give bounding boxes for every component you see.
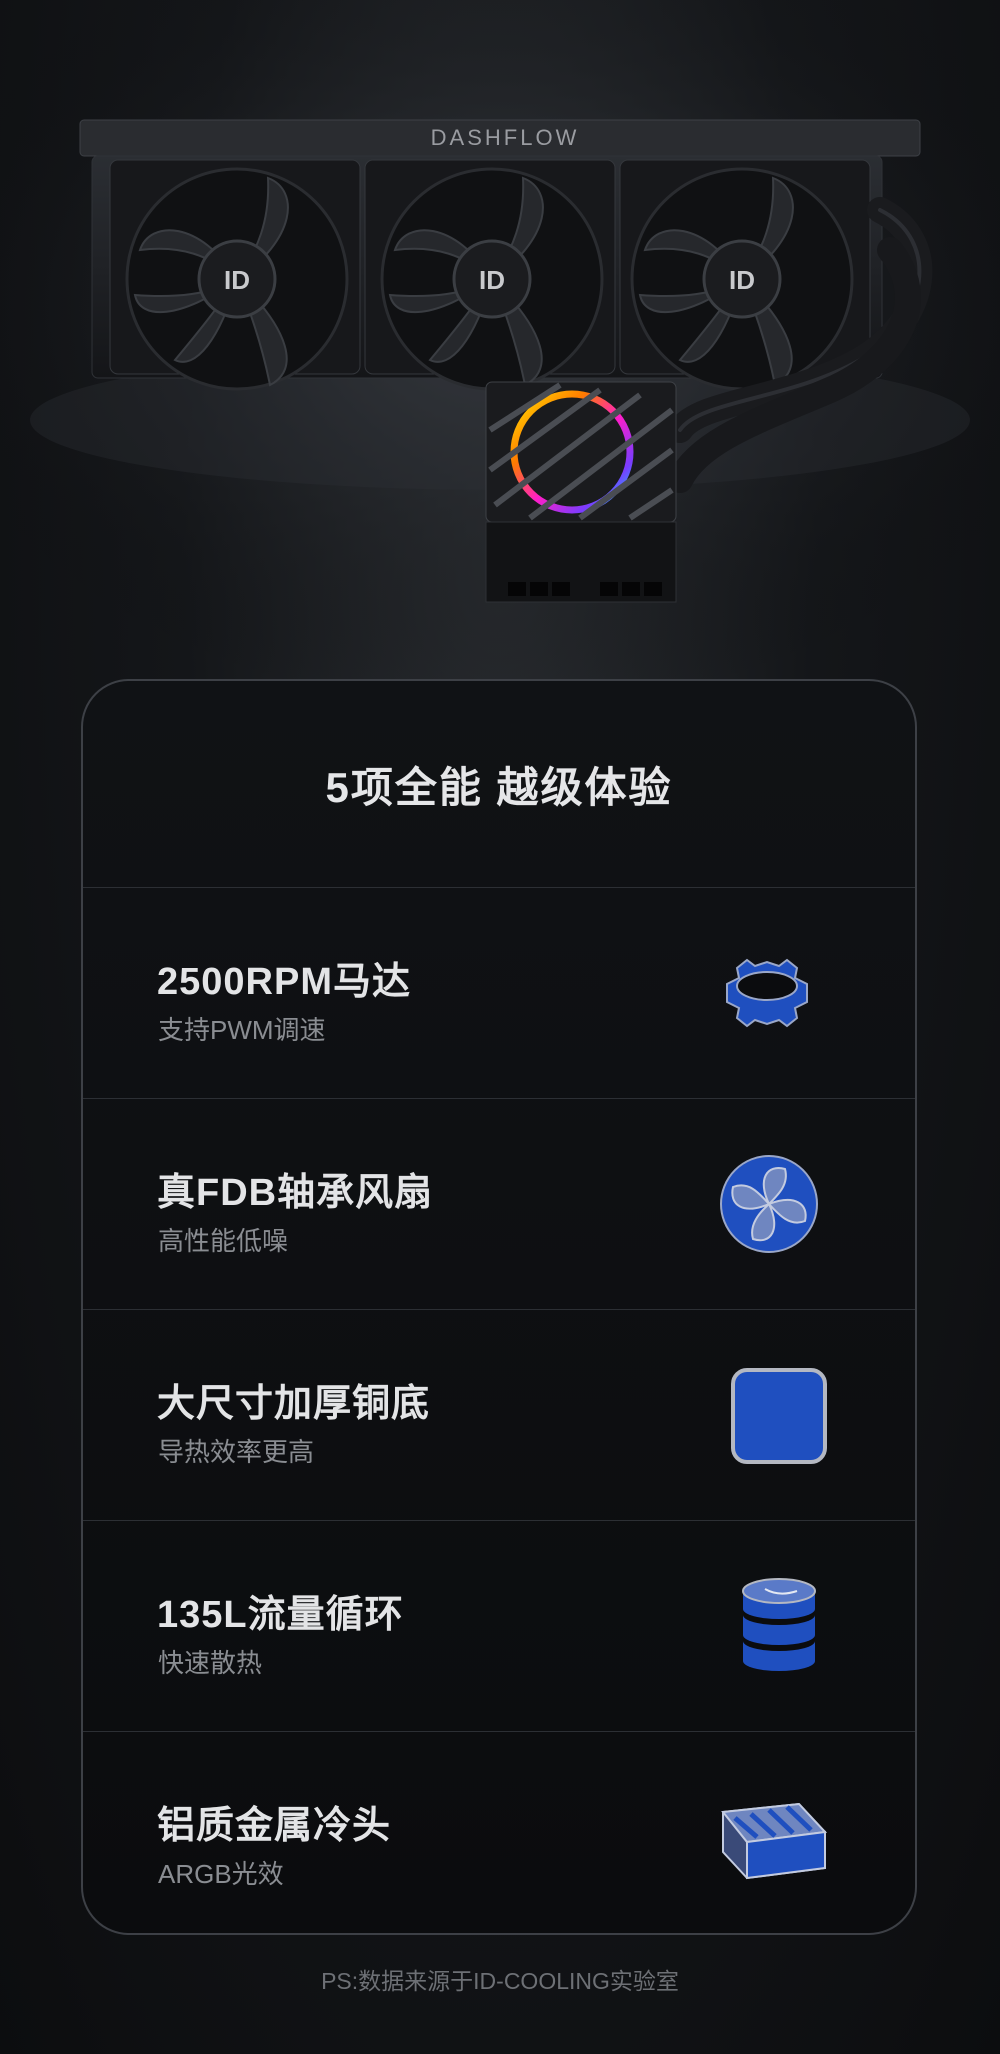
feature-title: 2500RPM马达: [157, 961, 411, 1003]
fan-icon: [720, 1155, 818, 1253]
svg-text:ID: ID: [224, 265, 250, 295]
feature-subtitle: 支持PWM调速: [158, 1015, 326, 1045]
product-hero-image: DASHFLOW ID ID ID: [0, 0, 1000, 680]
feature-subtitle: 高性能低噪: [158, 1226, 289, 1256]
feature-title: 真FDB轴承风扇: [157, 1172, 434, 1214]
fan-middle: ID: [364, 159, 616, 391]
svg-text:ID: ID: [479, 265, 505, 295]
feature-title: 铝质金属冷头: [157, 1805, 392, 1847]
feature-title: 大尺寸加厚铜底: [157, 1383, 431, 1425]
feature-subtitle: 导热效率更高: [158, 1437, 315, 1467]
data-source-footnote: PS:数据来源于ID-COOLING实验室: [321, 1968, 679, 1994]
card-title: 5项全能 越级体验: [83, 681, 915, 888]
feature-row-flow: 135L流量循环 快速散热: [83, 1521, 915, 1732]
feature-card: 5项全能 越级体验 2500RPM马达 支持PWM调速 真FDB轴承风扇 高性能…: [81, 679, 917, 1935]
feature-row-copper-base: 大尺寸加厚铜底 导热效率更高: [83, 1310, 915, 1521]
aluminum-pump-head-icon: [721, 1802, 827, 1880]
copper-base-icon: [731, 1368, 827, 1464]
pump-head: [485, 381, 677, 603]
feature-row-fan: 真FDB轴承风扇 高性能低噪: [83, 1099, 915, 1310]
fan-left: ID: [109, 159, 361, 391]
feature-title: 135L流量循环: [157, 1594, 404, 1636]
flow-cylinder-icon: [742, 1578, 816, 1671]
feature-subtitle: ARGB光效: [158, 1859, 284, 1889]
brand-logo: DASHFLOW: [431, 125, 580, 150]
svg-text:ID: ID: [729, 265, 755, 295]
fan-right: ID: [619, 159, 871, 391]
motor-gear-icon: [726, 958, 808, 1028]
liquid-cooler-illustration: DASHFLOW ID ID ID: [0, 0, 1000, 680]
feature-subtitle: 快速散热: [158, 1648, 263, 1678]
feature-row-pump-head: 铝质金属冷头 ARGB光效: [83, 1732, 915, 1933]
feature-row-motor: 2500RPM马达 支持PWM调速: [83, 888, 915, 1099]
